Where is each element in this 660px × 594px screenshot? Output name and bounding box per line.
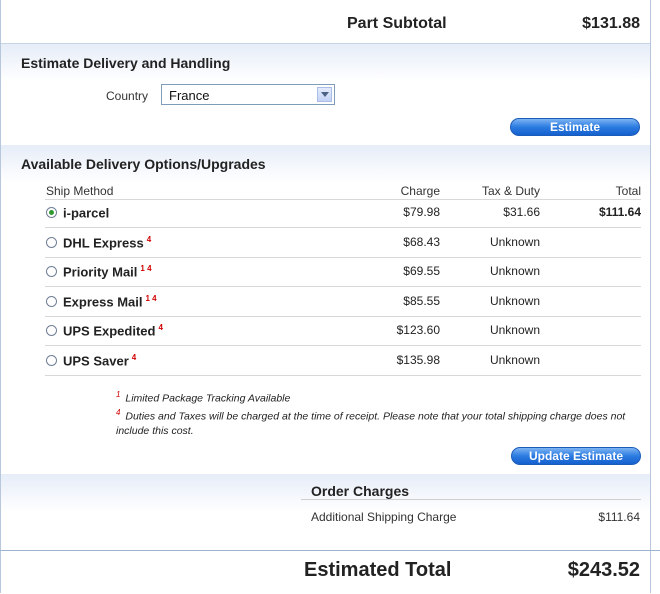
ship-method-name[interactable]: Priority Mail 1 4: [63, 264, 152, 279]
col-total: Total: [615, 184, 641, 198]
ship-method-radio[interactable]: [46, 207, 57, 218]
ship-method-label: UPS Expedited: [63, 323, 156, 339]
ship-method-name[interactable]: UPS Expedited 4: [63, 323, 163, 338]
additional-shipping-label: Additional Shipping Charge: [311, 510, 457, 524]
ship-method-label: Express Mail: [63, 294, 143, 310]
ship-method-charge: $135.98: [396, 353, 440, 367]
ship-method-radio[interactable]: [46, 266, 57, 277]
ship-method-radio[interactable]: [46, 355, 57, 366]
ship-method-radio[interactable]: [46, 296, 57, 307]
estimate-button[interactable]: Estimate: [510, 118, 640, 136]
ship-method-charge: $68.43: [403, 235, 440, 249]
country-label: Country: [106, 89, 149, 103]
ship-method-tax: Unknown: [489, 264, 540, 278]
row-divider: [45, 227, 641, 228]
ship-method-tax: Unknown: [489, 294, 540, 308]
row-divider: [45, 375, 641, 376]
part-subtotal-label: Part Subtotal: [347, 15, 447, 32]
col-tax-duty: Tax & Duty: [481, 184, 540, 198]
ship-method-radio[interactable]: [46, 325, 57, 336]
ship-method-name[interactable]: UPS Saver 4: [63, 353, 136, 368]
ship-method-footnote-ref: 1 4: [145, 294, 157, 303]
chevron-down-icon[interactable]: [317, 87, 332, 102]
ship-method-name[interactable]: Express Mail 1 4: [63, 294, 157, 309]
ship-method-label: i-parcel: [63, 205, 110, 221]
footnote-4: 4 Duties and Taxes will be charged at th…: [116, 406, 640, 438]
part-subtotal-value: $131.88: [582, 15, 640, 32]
col-charge: Charge: [400, 184, 440, 198]
ship-method-tax: Unknown: [489, 353, 540, 367]
order-charges-divider: [301, 499, 641, 500]
col-ship-method: Ship Method: [46, 184, 114, 198]
ship-method-name[interactable]: i-parcel: [63, 205, 112, 220]
delivery-options-title: Available Delivery Options/Upgrades: [21, 156, 266, 172]
footnote-mark: 1: [116, 390, 121, 399]
ship-method-footnote-ref: 4: [146, 235, 152, 244]
ship-method-radio[interactable]: [46, 237, 57, 248]
header-divider: [45, 199, 641, 200]
country-select-value: France: [169, 88, 210, 103]
ship-method-label: UPS Saver: [63, 353, 129, 369]
footnote-text: Limited Package Tracking Available: [125, 392, 291, 405]
estimated-total-label: Estimated Total: [304, 559, 452, 581]
row-divider: [45, 345, 641, 346]
ship-method-name[interactable]: DHL Express 4: [63, 235, 151, 250]
ship-method-footnote-ref: 4: [158, 323, 163, 332]
ship-method-label: DHL Express: [63, 235, 144, 251]
footnote-text: Duties and Taxes will be charged at the …: [116, 410, 626, 437]
ship-method-tax: $31.66: [503, 205, 540, 219]
row-divider: [45, 257, 641, 258]
footnote-mark: 4: [116, 408, 121, 417]
update-estimate-button[interactable]: Update Estimate: [511, 447, 641, 465]
ship-method-tax: Unknown: [489, 323, 540, 337]
ship-method-footnote-ref: 1 4: [140, 264, 152, 273]
ship-method-charge: $79.98: [403, 205, 440, 219]
country-select[interactable]: France: [161, 84, 335, 105]
row-divider: [45, 316, 641, 317]
footnote-1: 1 Limited Package Tracking Available: [116, 390, 646, 405]
ship-method-charge: $69.55: [403, 264, 440, 278]
ship-method-total: $111.64: [598, 205, 641, 219]
ship-method-charge: $85.55: [403, 294, 440, 308]
estimate-delivery-title: Estimate Delivery and Handling: [21, 55, 231, 71]
ship-method-footnote-ref: 4: [131, 353, 137, 362]
row-divider: [45, 286, 641, 287]
estimated-total-value: $243.52: [567, 559, 640, 581]
ship-method-charge: $123.60: [396, 323, 440, 337]
order-charges-title: Order Charges: [311, 483, 410, 499]
additional-shipping-value: $111.64: [598, 510, 640, 524]
ship-method-tax: Unknown: [489, 235, 540, 249]
ship-method-label: Priority Mail: [63, 264, 138, 280]
